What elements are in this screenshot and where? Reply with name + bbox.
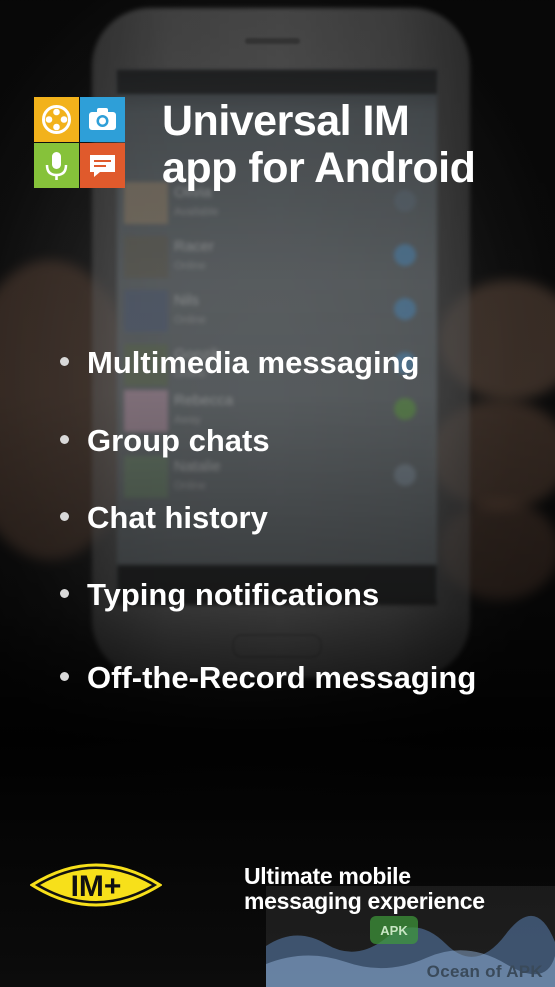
watermark-caption: Ocean of APK [426, 962, 543, 981]
feature-item: Typing notifications [60, 575, 379, 615]
bullet-dot-icon [60, 672, 69, 682]
feature-item: Chat history [60, 498, 268, 538]
feature-label: Typing notifications [87, 577, 380, 612]
film-reel-icon [34, 97, 79, 142]
app-icon-tiles [34, 97, 126, 189]
feature-label: Off-the-Record messaging [87, 660, 477, 695]
bullet-dot-icon [60, 357, 69, 367]
microphone-icon [34, 143, 79, 188]
feature-item: Multimedia messaging [60, 343, 419, 383]
title-line-2: app for Android [162, 144, 476, 192]
bullet-dot-icon [60, 589, 69, 599]
title-line-1: Universal IM [162, 97, 410, 145]
feature-label: Multimedia messaging [87, 345, 420, 380]
watermark-badge: APK [380, 923, 408, 938]
feature-item: Group chats [60, 421, 270, 461]
feature-label: Group chats [87, 423, 270, 458]
watermark: APK Ocean of APK [266, 886, 555, 987]
im-plus-logo: IM+ [29, 853, 163, 922]
bullet-dot-icon [60, 435, 69, 445]
feature-item: Off-the-Record messaging [60, 658, 476, 698]
bullet-dot-icon [60, 512, 69, 522]
chat-bubble-icon [80, 143, 125, 188]
page-title: Universal IM app for Android [162, 97, 476, 192]
feature-label: Chat history [87, 500, 268, 535]
logo-text: IM+ [71, 870, 122, 903]
screenshot-stage: OliviaAvailableRacerOnlineNilsOnlineGonz… [0, 0, 555, 987]
camera-icon [80, 97, 125, 142]
